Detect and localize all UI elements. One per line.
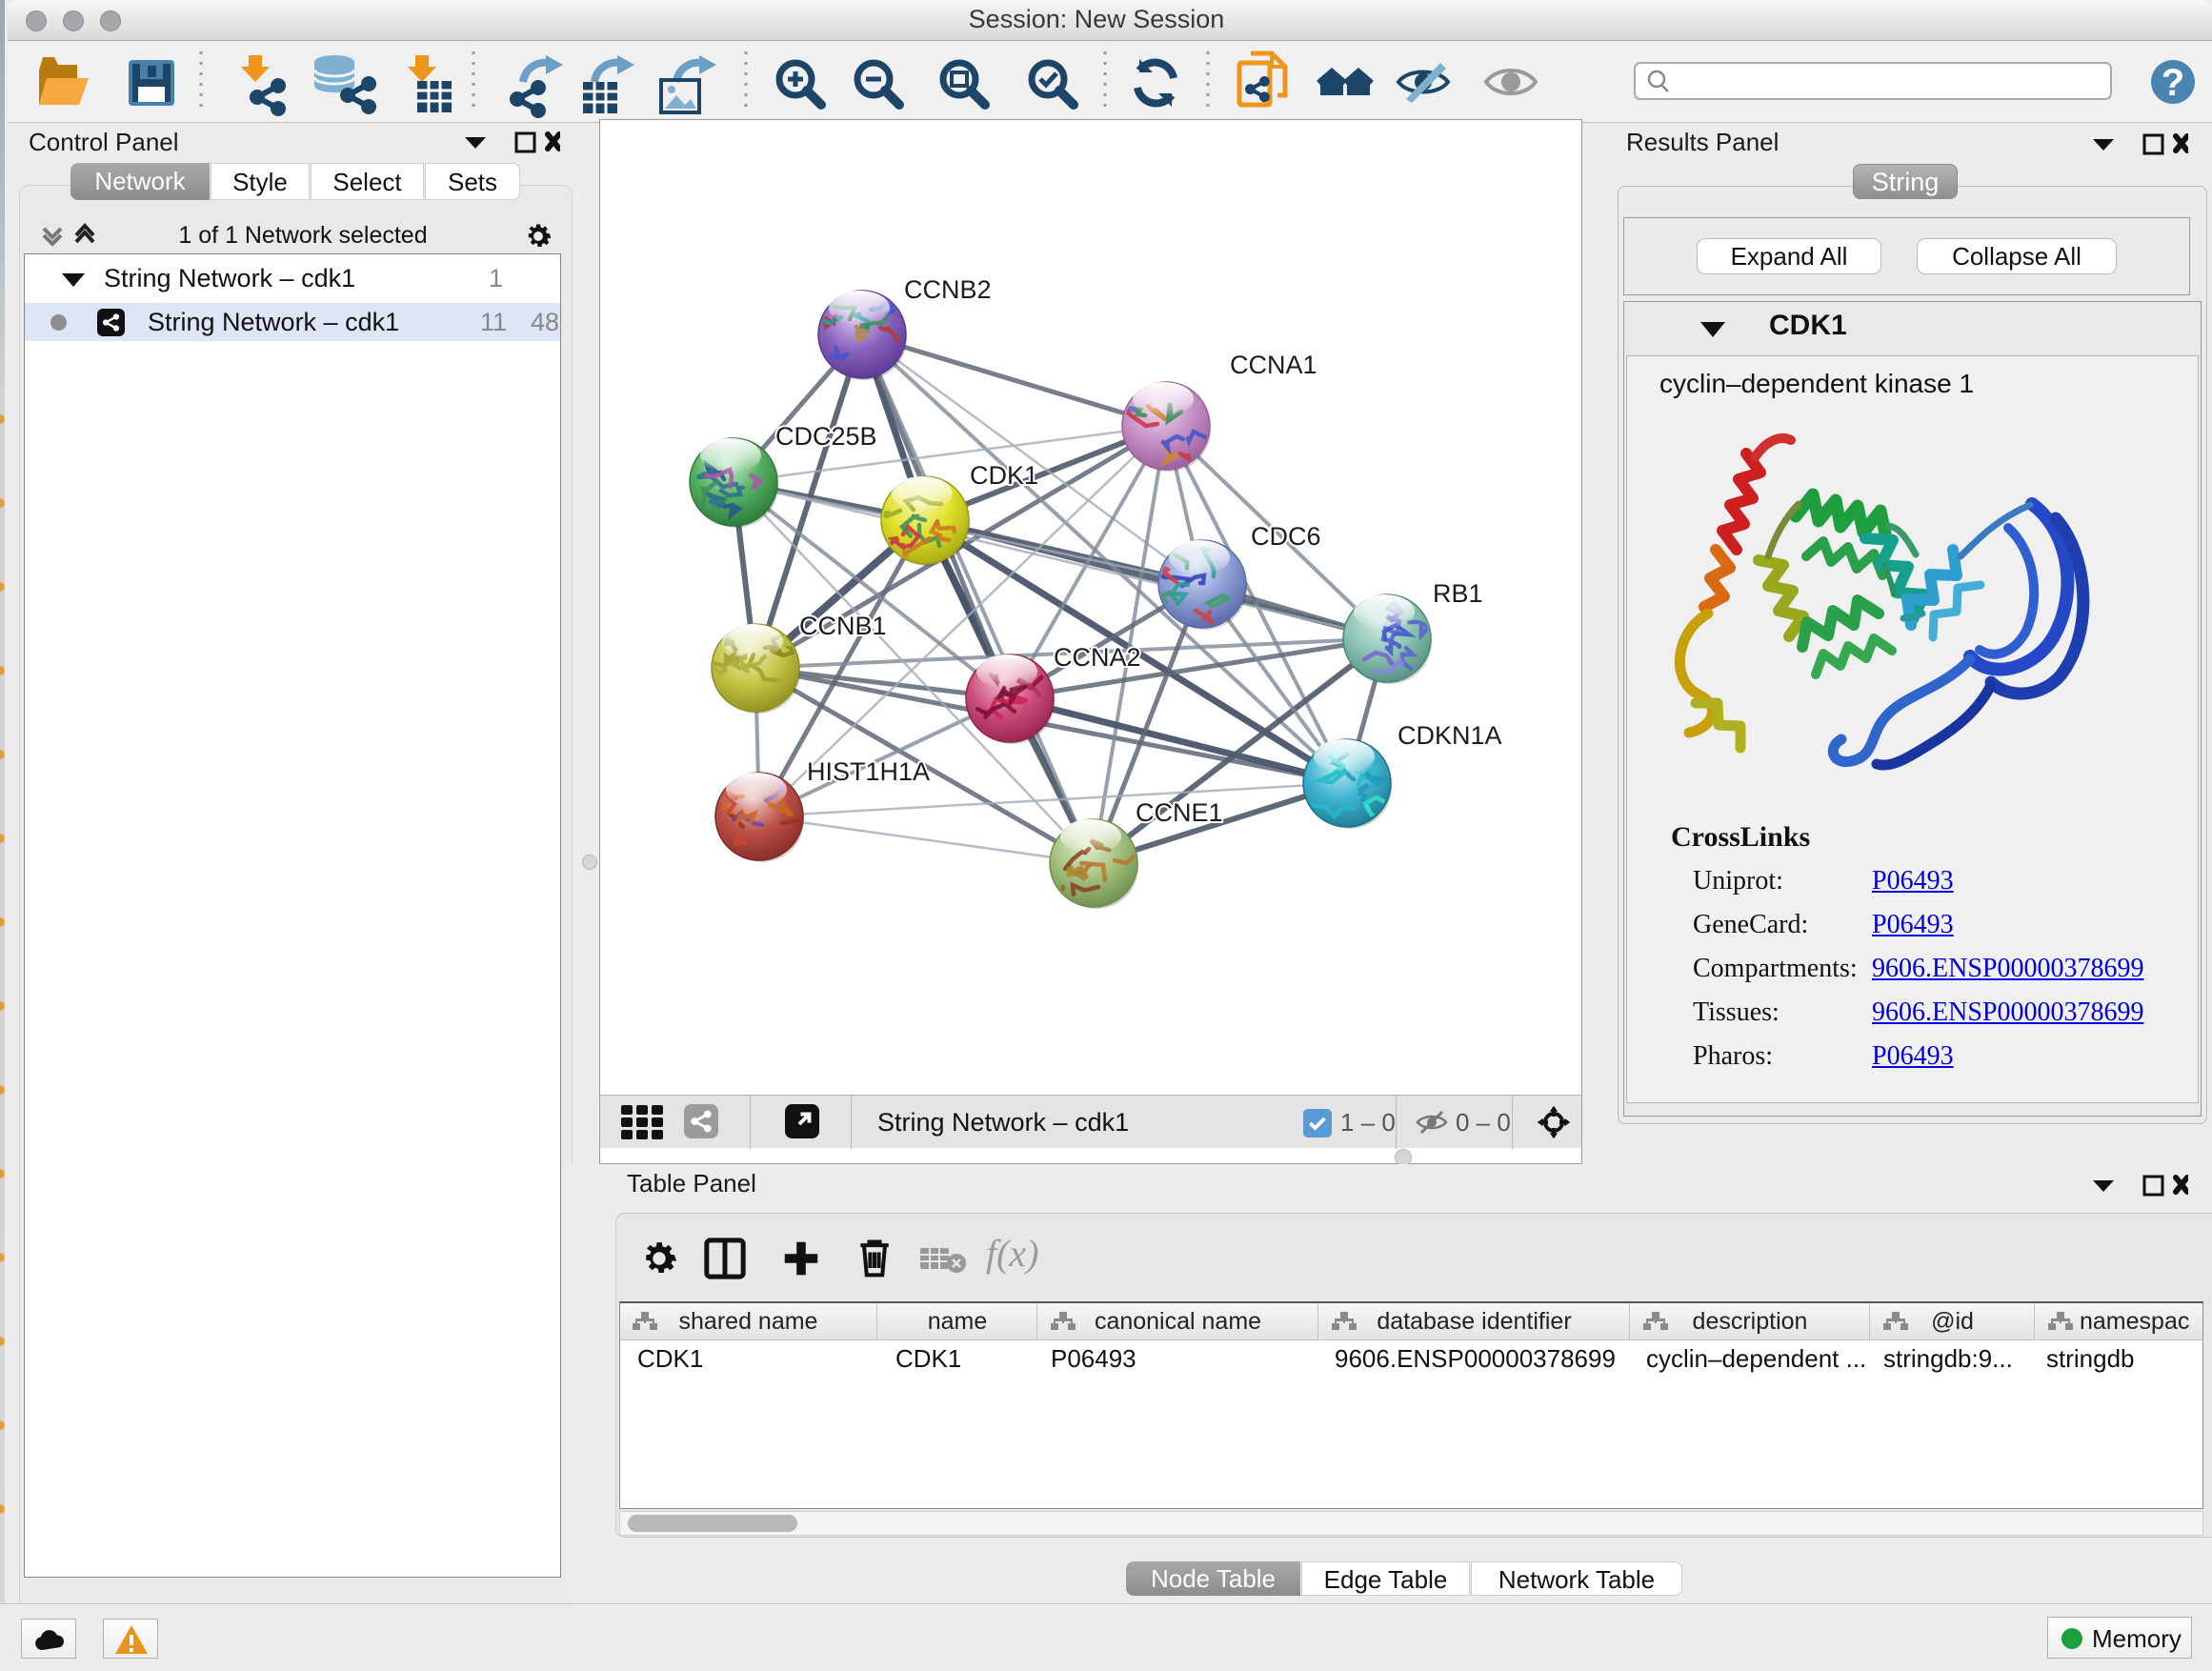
svg-text:CDC25B: CDC25B — [775, 422, 877, 451]
svg-text:HIST1H1A: HIST1H1A — [807, 757, 930, 786]
svg-text:CCNA2: CCNA2 — [1054, 643, 1141, 672]
svg-text:CCNA1: CCNA1 — [1230, 351, 1317, 379]
svg-text:CCNE1: CCNE1 — [1136, 798, 1223, 827]
svg-text:CCNB2: CCNB2 — [904, 275, 992, 304]
svg-text:?: ? — [2162, 62, 2184, 104]
svg-text:CCNB1: CCNB1 — [799, 612, 887, 640]
svg-text:CDC6: CDC6 — [1251, 522, 1321, 551]
svg-text:CDK1: CDK1 — [970, 461, 1038, 490]
svg-text:RB1: RB1 — [1433, 579, 1483, 608]
svg-text:CDKN1A: CDKN1A — [1398, 721, 1502, 750]
